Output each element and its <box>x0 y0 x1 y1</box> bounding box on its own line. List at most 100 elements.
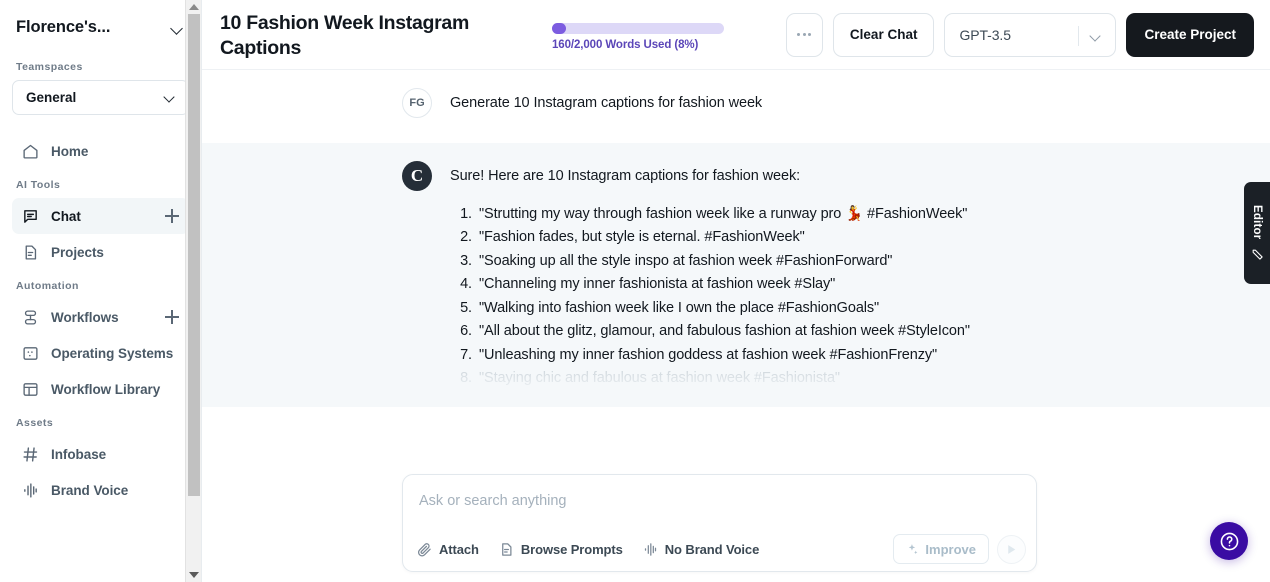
sidebar: Florence's... Teamspaces General Home AI… <box>0 0 202 582</box>
brand-voice-label: No Brand Voice <box>664 541 760 557</box>
composer-right-actions: Improve <box>893 534 1026 564</box>
teamspaces-heading: Teamspaces <box>16 61 83 73</box>
help-button[interactable] <box>1210 522 1248 560</box>
assistant-intro-text: Sure! Here are 10 Instagram captions for… <box>450 168 801 184</box>
chevron-down-icon <box>164 91 177 104</box>
avatar: FG <box>402 88 432 118</box>
list-item: 4. "Channeling my inner fashionista at f… <box>450 273 970 297</box>
chat-message-user: FG Generate 10 Instagram captions for fa… <box>202 70 1270 118</box>
sidebar-item-home[interactable]: Home <box>12 133 189 169</box>
list-item-text: "Walking into fashion week like I own th… <box>479 299 880 316</box>
sparkle-icon <box>906 543 919 556</box>
list-item-number: 5. <box>460 299 472 316</box>
library-layout-icon <box>22 381 39 398</box>
list-item: 7. "Unleashing my inner fashion goddess … <box>450 344 970 368</box>
composer: Attach Browse Prompts No B <box>402 474 1037 572</box>
list-item-text: "Staying chic and fabulous at fashion we… <box>479 370 840 386</box>
word-usage-progress <box>552 22 724 34</box>
sidebar-item-label: Home <box>51 143 89 159</box>
sidebar-item-label: Infobase <box>51 446 107 462</box>
list-item-number: 4. <box>460 276 472 292</box>
chevron-down-icon <box>1090 29 1103 42</box>
ai-tools-section: AI Tools Chat Projects <box>0 179 201 270</box>
add-chat-icon[interactable] <box>165 209 179 223</box>
list-item: 1. "Strutting my way through fashion wee… <box>450 203 970 227</box>
hash-icon <box>22 446 39 463</box>
list-item-text: "Fashion fades, but style is eternal. #F… <box>479 229 805 245</box>
word-usage-label: 160/2,000 Words Used (8%) <box>552 38 699 51</box>
chevron-down-icon <box>171 21 185 35</box>
list-item: 8. "Staying chic and fabulous at fashion… <box>450 367 970 391</box>
more-options-button[interactable] <box>785 12 823 57</box>
teamspace-select-value: General <box>26 90 77 105</box>
app-root: Florence's... Teamspaces General Home AI… <box>0 0 1270 582</box>
editor-tab[interactable]: Editor <box>1244 182 1270 284</box>
chat-canvas: FG Generate 10 Instagram captions for fa… <box>202 69 1270 582</box>
assets-heading: Assets <box>16 417 54 429</box>
model-select[interactable]: GPT-3.5 <box>944 12 1117 57</box>
word-usage: 160/2,000 Words Used (8%) <box>552 19 730 51</box>
nav-primary: Home <box>0 133 201 169</box>
list-item-number: 7. <box>460 346 472 363</box>
list-item-text: "Soaking up all the style inspo at fashi… <box>479 252 893 269</box>
list-item: 3. "Soaking up all the style inspo at fa… <box>450 250 970 274</box>
sidebar-item-workflows[interactable]: Workflows <box>12 299 189 335</box>
caption-list: 1. "Strutting my way through fashion wee… <box>450 203 970 391</box>
browse-prompts-label: Browse Prompts <box>520 541 623 557</box>
clear-chat-button[interactable]: Clear Chat <box>832 12 935 57</box>
assistant-message-body: Sure! Here are 10 Instagram captions for… <box>450 161 970 391</box>
main-panel: 10 Fashion Week Instagram Captions 160/2… <box>202 0 1270 582</box>
sidebar-item-workflow-library[interactable]: Workflow Library <box>12 371 189 407</box>
create-project-button[interactable]: Create Project <box>1126 12 1254 57</box>
sidebar-item-label: Chat <box>51 208 81 224</box>
sidebar-item-chat[interactable]: Chat <box>12 198 189 234</box>
avatar: C <box>402 161 432 191</box>
chat-message-assistant: C Sure! Here are 10 Instagram captions f… <box>202 143 1270 407</box>
automation-heading: Automation <box>16 280 79 292</box>
composer-input-row <box>403 475 1036 527</box>
list-item-text: "Strutting my way through fashion week l… <box>479 205 968 222</box>
add-workflow-icon[interactable] <box>165 310 179 324</box>
ai-tools-heading: AI Tools <box>16 179 61 191</box>
teamspace-select[interactable]: General <box>12 80 189 115</box>
sidebar-item-label: Projects <box>51 244 104 260</box>
list-item-number: 1. <box>460 205 472 222</box>
sidebar-item-infobase[interactable]: Infobase <box>12 436 189 472</box>
list-item-number: 8. <box>460 370 472 386</box>
list-item: 2. "Fashion fades, but style is eternal.… <box>450 226 970 250</box>
workflows-icon <box>22 309 39 326</box>
workspace-switcher[interactable]: Florence's... <box>0 0 201 55</box>
scrollbar-thumb[interactable] <box>188 14 200 496</box>
chat-icon <box>22 208 39 225</box>
user-message-text: Generate 10 Instagram captions for fashi… <box>450 95 763 111</box>
send-button[interactable] <box>997 534 1026 564</box>
sidebar-scrollbar[interactable] <box>185 0 201 582</box>
assets-section: Assets Infobase Brand Voice <box>0 417 201 508</box>
sidebar-item-projects[interactable]: Projects <box>12 234 189 270</box>
top-bar-actions: Clear Chat GPT-3.5 Create Project <box>785 12 1254 57</box>
document-icon <box>499 542 514 557</box>
scroll-up-arrow-icon[interactable] <box>186 0 201 14</box>
document-icon <box>22 244 39 261</box>
list-item-text: "Unleashing my inner fashion goddess at … <box>479 346 938 363</box>
sidebar-item-brand-voice[interactable]: Brand Voice <box>12 472 189 508</box>
improve-button[interactable]: Improve <box>893 534 989 564</box>
sidebar-item-label: Operating Systems <box>51 345 174 361</box>
workspace-name: Florence's... <box>16 18 111 36</box>
attach-label: Attach <box>439 541 479 557</box>
sidebar-item-operating-systems[interactable]: Operating Systems <box>12 335 189 371</box>
sidebar-item-label: Brand Voice <box>51 482 129 498</box>
top-bar: 10 Fashion Week Instagram Captions 160/2… <box>202 0 1270 69</box>
browse-prompts-button[interactable]: Browse Prompts <box>499 542 623 557</box>
search-input[interactable] <box>419 493 1020 509</box>
attach-button[interactable]: Attach <box>417 542 479 557</box>
scroll-down-arrow-icon[interactable] <box>186 568 201 582</box>
page-title: 10 Fashion Week Instagram Captions <box>220 11 469 59</box>
ellipsis-icon <box>797 33 812 36</box>
list-item-number: 6. <box>460 323 472 339</box>
operating-systems-icon <box>22 345 39 362</box>
list-item: 6. "All about the glitz, glamour, and fa… <box>450 320 970 344</box>
brand-voice-button[interactable]: No Brand Voice <box>643 542 759 557</box>
